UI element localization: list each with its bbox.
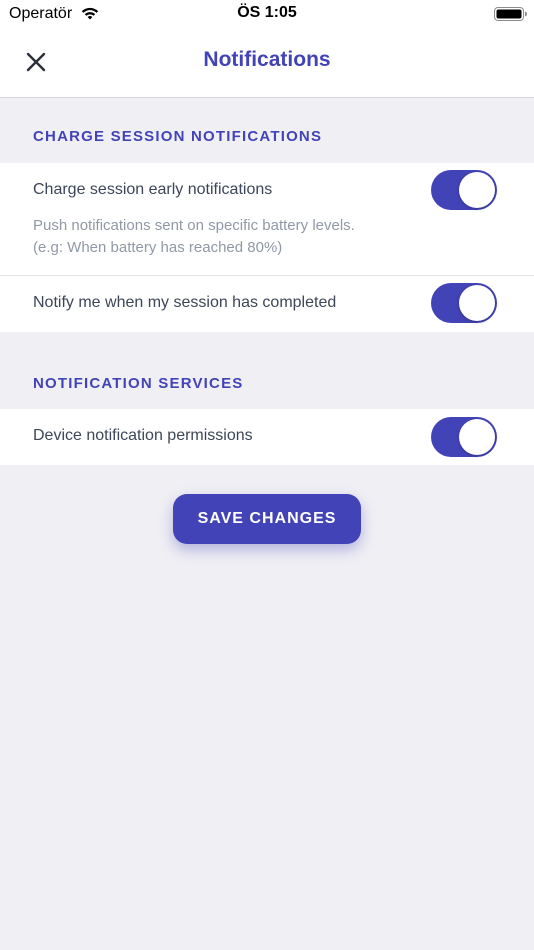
row-session-completed: Notify me when my session has completed xyxy=(0,276,534,332)
charge-session-group: Charge session early notifications Push … xyxy=(0,163,534,332)
device-permissions-label: Device notification permissions xyxy=(33,427,253,444)
status-bar: Operatör ÖS 1:05 xyxy=(0,0,534,30)
notification-services-group: Device notification permissions xyxy=(0,409,534,465)
early-notifications-description: Push notifications sent on specific batt… xyxy=(33,215,355,259)
session-completed-toggle[interactable] xyxy=(431,283,497,323)
session-completed-label: Notify me when my session has completed xyxy=(33,294,337,311)
page-title: Notifications xyxy=(203,48,331,71)
status-time: ÖS 1:05 xyxy=(237,4,297,21)
description-line-1: Push notifications sent on specific batt… xyxy=(33,217,355,234)
device-permissions-toggle[interactable] xyxy=(431,417,497,457)
toggle-knob xyxy=(459,419,495,455)
section-header-notification-services: NOTIFICATION SERVICES xyxy=(33,375,244,392)
early-notifications-label: Charge session early notifications xyxy=(33,181,273,198)
toggle-knob xyxy=(459,285,495,321)
battery-icon xyxy=(494,7,527,21)
early-notifications-toggle[interactable] xyxy=(431,170,497,210)
save-changes-button[interactable]: SAVE CHANGES xyxy=(173,494,361,544)
navigation-bar: Notifications xyxy=(0,30,534,98)
row-early-notifications: Charge session early notifications Push … xyxy=(0,163,534,275)
toggle-knob xyxy=(459,172,495,208)
section-header-charge-session: CHARGE SESSION NOTIFICATIONS xyxy=(33,128,323,145)
row-device-permissions: Device notification permissions xyxy=(0,409,534,465)
description-line-2: (e.g: When battery has reached 80%) xyxy=(33,239,283,256)
